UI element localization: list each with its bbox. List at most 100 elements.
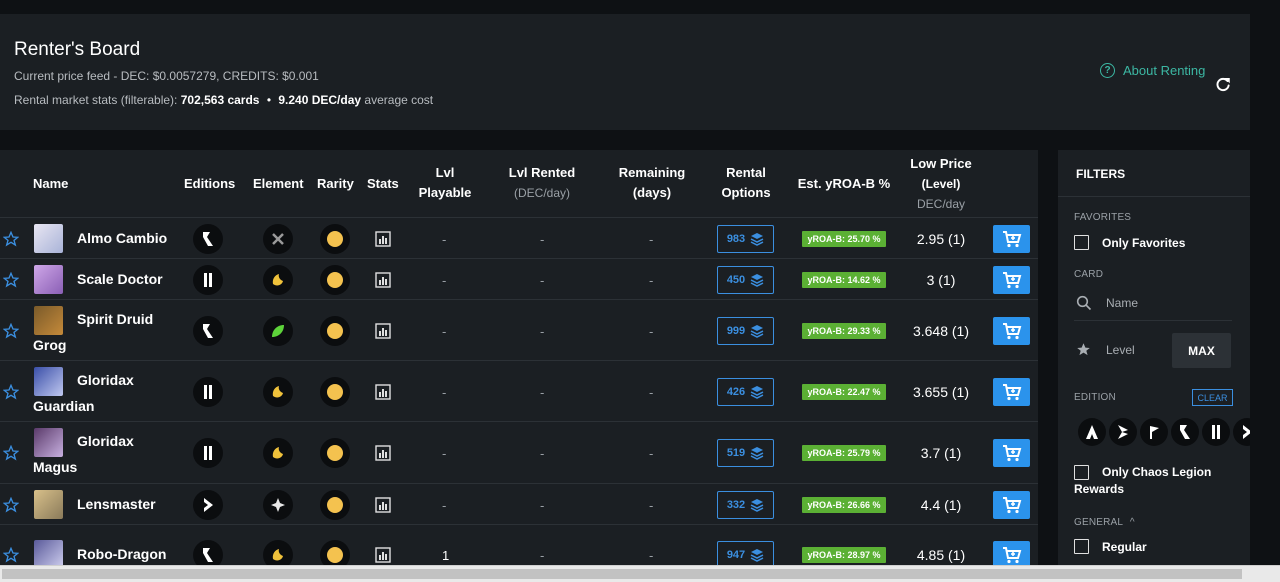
table-row[interactable]: Almo Cambio - - - 983 yROA-B: 25.70 % 2.… — [0, 218, 1038, 259]
table-row[interactable]: Robo-Dragon 1 - - 947 yROA-B: 28.97 % 4.… — [0, 525, 1038, 570]
col-stats[interactable]: Stats — [367, 174, 399, 194]
col-rarity[interactable]: Rarity — [317, 174, 354, 194]
col-low-price[interactable]: Low Price (Level) DEC/day — [901, 154, 981, 214]
table-row[interactable]: Gloridax Guardian - - - 426 yROA-B: 22.4… — [0, 361, 1038, 422]
only-favorites-checkbox[interactable] — [1074, 235, 1089, 250]
card-thumbnail[interactable] — [34, 306, 63, 335]
card-name[interactable]: Gloridax — [77, 372, 134, 388]
element-badge — [263, 224, 293, 254]
about-renting-link[interactable]: ? About Renting — [1100, 63, 1205, 78]
rarity-badge — [320, 224, 350, 254]
col-low-price-sub: DEC/day — [916, 197, 966, 211]
regular-checkbox[interactable] — [1074, 539, 1089, 554]
cart-icon — [1002, 231, 1021, 248]
rental-options-button[interactable]: 983 — [717, 225, 774, 253]
col-rental-options[interactable]: Rental Options — [716, 163, 776, 203]
regular-label[interactable]: Regular — [1102, 540, 1147, 554]
life-element-icon — [272, 325, 284, 337]
rent-cart-button[interactable] — [993, 266, 1030, 294]
stats-chart-icon[interactable] — [375, 497, 391, 513]
favorite-star-icon[interactable] — [3, 445, 19, 461]
favorite-star-icon[interactable] — [3, 272, 19, 288]
favorite-star-icon[interactable] — [3, 384, 19, 400]
card-thumbnail[interactable] — [34, 224, 63, 253]
scrollbar-thumb[interactable] — [2, 569, 1242, 579]
untamed-edition-icon — [203, 232, 213, 246]
favorite-star-icon[interactable] — [3, 231, 19, 247]
stats-chart-icon[interactable] — [375, 547, 391, 563]
edition-filter-chaos[interactable] — [1233, 418, 1250, 446]
level-field[interactable]: Level — [1074, 332, 1164, 368]
card-name[interactable]: Almo Cambio — [77, 230, 167, 246]
col-yroa[interactable]: Est. yROA-B % — [796, 174, 892, 194]
card-name[interactable]: Spirit Druid — [77, 311, 153, 327]
favorite-star-icon[interactable] — [3, 497, 19, 513]
rarity-common-icon — [327, 323, 343, 339]
edition-filter-untamed[interactable] — [1202, 418, 1230, 446]
cart-icon — [1002, 547, 1021, 564]
col-rental-line1: Rental — [726, 165, 766, 180]
rental-options-button[interactable]: 426 — [717, 378, 774, 406]
only-favorites-label[interactable]: Only Favorites — [1102, 236, 1185, 250]
rent-cart-button[interactable] — [993, 491, 1030, 519]
card-name-line2[interactable]: Magus — [33, 459, 77, 475]
edition-filter-promo[interactable] — [1140, 418, 1168, 446]
reward-edition-icon — [1243, 425, 1250, 439]
edition-filter-reward[interactable] — [1171, 418, 1199, 446]
col-lvl-rented[interactable]: Lvl Rented (DEC/day) — [497, 163, 587, 203]
favorite-star-icon[interactable] — [3, 323, 19, 339]
rental-options-button[interactable]: 519 — [717, 439, 774, 467]
only-chaos-rewards-label[interactable]: Only Chaos Legion Rewards — [1074, 464, 1244, 498]
card-thumbnail[interactable] — [34, 428, 63, 457]
card-name[interactable]: Robo-Dragon — [77, 546, 166, 562]
edition-filter-beta[interactable] — [1109, 418, 1137, 446]
card-name-line2[interactable]: Guardian — [33, 398, 94, 414]
card-thumbnail[interactable] — [34, 265, 63, 294]
horizontal-scrollbar[interactable] — [0, 565, 1280, 582]
rent-cart-button[interactable] — [993, 317, 1030, 345]
rent-cart-button[interactable] — [993, 225, 1030, 253]
header-panel: Renter's Board Current price feed - DEC:… — [0, 14, 1250, 130]
card-name[interactable]: Scale Doctor — [77, 271, 163, 287]
card-thumbnail[interactable] — [34, 490, 63, 519]
element-badge — [263, 316, 293, 346]
col-element[interactable]: Element — [253, 174, 304, 194]
card-thumbnail[interactable] — [34, 367, 63, 396]
remaining-days-value: - — [649, 232, 654, 247]
refresh-icon[interactable] — [1214, 75, 1232, 93]
table-row[interactable]: Scale Doctor - - - 450 yROA-B: 14.62 % 3… — [0, 259, 1038, 300]
edition-badge — [193, 224, 223, 254]
rental-options-button[interactable]: 332 — [717, 491, 774, 519]
col-low-price-line2: (Level) — [921, 177, 961, 191]
col-lvl-rented-sub: (DEC/day) — [513, 186, 570, 200]
clear-edition-button[interactable]: CLEAR — [1192, 389, 1233, 406]
col-name[interactable]: Name — [33, 174, 68, 194]
card-name[interactable]: Gloridax — [77, 433, 134, 449]
rent-cart-button[interactable] — [993, 439, 1030, 467]
rent-cart-button[interactable] — [993, 378, 1030, 406]
stats-chart-icon[interactable] — [375, 272, 391, 288]
favorite-star-icon[interactable] — [3, 547, 19, 563]
rarity-common-icon — [327, 497, 343, 513]
rental-options-button[interactable]: 450 — [717, 266, 774, 294]
card-name[interactable]: Lensmaster — [77, 496, 156, 512]
stats-chart-icon[interactable] — [375, 384, 391, 400]
table-row[interactable]: Gloridax Magus - - - 519 yROA-B: 25.79 %… — [0, 422, 1038, 484]
max-level-button[interactable]: MAX — [1172, 333, 1231, 368]
general-label[interactable]: GENERAL ^ — [1074, 517, 1135, 528]
rental-options-button[interactable]: 999 — [717, 317, 774, 345]
col-lvl-playable[interactable]: Lvl Playable — [410, 163, 480, 203]
col-remaining[interactable]: Remaining (days) — [611, 163, 693, 203]
edition-filter-alpha[interactable] — [1078, 418, 1106, 446]
stats-chart-icon[interactable] — [375, 445, 391, 461]
table-row[interactable]: Spirit Druid Grog - - - 999 yROA-B: 29.3… — [0, 300, 1038, 361]
stats-chart-icon[interactable] — [375, 323, 391, 339]
edition-badge — [193, 265, 223, 295]
col-editions[interactable]: Editions — [184, 174, 235, 194]
low-price-value: 3.648 (1) — [912, 323, 970, 339]
card-name-line2[interactable]: Grog — [33, 337, 66, 353]
yroa-badge: yROA-B: 14.62 % — [802, 272, 886, 288]
stats-chart-icon[interactable] — [375, 231, 391, 247]
table-row[interactable]: Lensmaster - - - 332 yROA-B: 26.66 % 4.4… — [0, 484, 1038, 525]
name-search-field[interactable]: Name — [1074, 285, 1232, 321]
